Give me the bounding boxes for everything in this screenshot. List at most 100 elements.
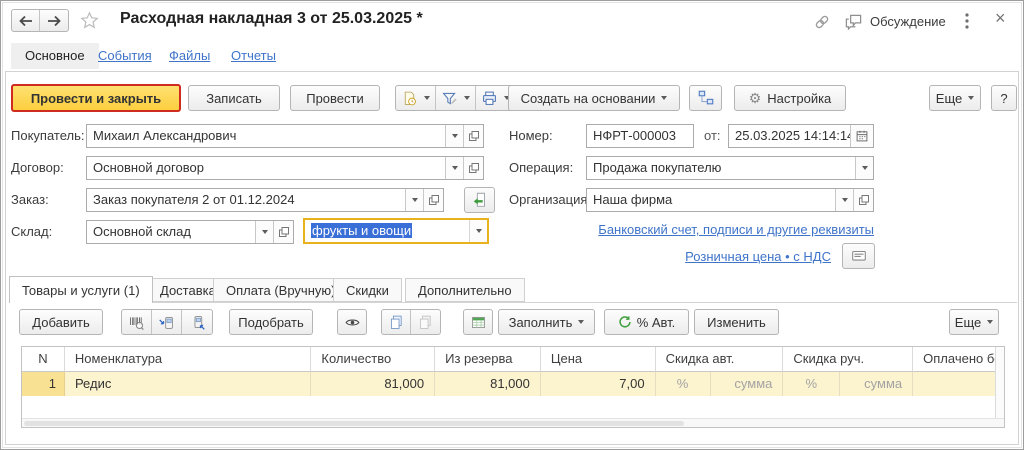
retail-price-link[interactable]: Розничная цена • с НДС bbox=[596, 249, 831, 264]
contract-field[interactable]: Основной договор bbox=[86, 156, 484, 180]
structure-icon bbox=[697, 89, 715, 107]
cell-row-number[interactable]: 1 bbox=[22, 372, 65, 396]
cell-discount-auto-sum[interactable]: сумма bbox=[711, 372, 784, 396]
price-card-icon bbox=[850, 247, 868, 265]
paste-rows-button[interactable] bbox=[411, 310, 440, 334]
filter-button[interactable] bbox=[436, 86, 476, 110]
posting-journal-button[interactable] bbox=[396, 86, 436, 110]
help-button[interactable]: ? bbox=[991, 85, 1017, 111]
tab-reports[interactable]: Отчеты bbox=[231, 48, 276, 63]
horizontal-scrollbar-thumb[interactable] bbox=[24, 421, 684, 426]
buyer-dropdown-icon[interactable] bbox=[445, 125, 463, 147]
calendar-button[interactable] bbox=[850, 125, 873, 147]
tab-files[interactable]: Файлы bbox=[169, 48, 210, 63]
show-table-button[interactable] bbox=[463, 309, 493, 335]
post-and-close-button[interactable]: Провести и закрыть bbox=[11, 84, 181, 112]
tab-goods-services[interactable]: Товары и услуги (1) bbox=[9, 276, 153, 303]
document-green-arrow-icon bbox=[471, 191, 489, 209]
warehouse-dropdown-icon[interactable] bbox=[255, 221, 273, 243]
bank-details-link[interactable]: Банковский счет, подписи и другие реквиз… bbox=[596, 222, 874, 237]
fill-from-order-button[interactable] bbox=[464, 187, 495, 213]
organization-open-icon[interactable] bbox=[853, 189, 873, 211]
cell-nomenclature[interactable]: Редис bbox=[65, 372, 311, 396]
copy-icon bbox=[388, 314, 405, 331]
view-button[interactable] bbox=[337, 309, 367, 335]
add-row-button[interactable]: Добавить bbox=[19, 309, 103, 335]
auto-discount-button[interactable]: % Авт. bbox=[604, 309, 689, 335]
cell-discount-auto-percent[interactable]: % bbox=[656, 372, 711, 396]
kebab-menu-icon[interactable] bbox=[964, 12, 970, 30]
back-button[interactable] bbox=[12, 10, 40, 31]
cell-paid-bonus[interactable] bbox=[913, 372, 995, 396]
favorite-star-icon[interactable] bbox=[80, 11, 99, 30]
operation-dropdown-icon[interactable] bbox=[855, 157, 873, 179]
forward-button[interactable] bbox=[40, 10, 68, 31]
buyer-field[interactable]: Михаил Александрович bbox=[86, 124, 484, 148]
vertical-scrollbar[interactable] bbox=[995, 347, 1004, 418]
fill-button[interactable]: Заполнить bbox=[498, 309, 595, 335]
save-button[interactable]: Записать bbox=[188, 85, 280, 111]
post-button[interactable]: Провести bbox=[290, 85, 380, 111]
operation-label: Операция: bbox=[509, 156, 573, 180]
column-header-nomenclature[interactable]: Номенклатура bbox=[65, 347, 311, 372]
scan-barcode-button[interactable] bbox=[122, 310, 152, 334]
dropdown-caret-icon bbox=[578, 320, 584, 324]
column-header-paid-bonus[interactable]: Оплачено бон bbox=[913, 347, 995, 372]
tab-main[interactable]: Основное bbox=[11, 43, 99, 69]
horizontal-scrollbar[interactable] bbox=[22, 418, 1004, 427]
cell-discount-manual-sum[interactable]: сумма bbox=[840, 372, 913, 396]
gear-icon: ⚙ bbox=[749, 91, 762, 105]
order-dropdown-icon[interactable] bbox=[405, 189, 423, 211]
warehouse-open-icon[interactable] bbox=[273, 221, 293, 243]
more-button[interactable]: Еще bbox=[929, 85, 981, 111]
create-based-on-button[interactable]: Создать на основании bbox=[508, 85, 680, 111]
pick-items-button[interactable]: Подобрать bbox=[229, 309, 313, 335]
column-header-n[interactable]: N bbox=[22, 347, 65, 372]
tab-payment[interactable]: Оплата (Вручную) bbox=[213, 278, 348, 302]
column-header-quantity[interactable]: Количество bbox=[311, 347, 435, 372]
operation-field[interactable]: Продажа покупателю bbox=[586, 156, 874, 180]
contract-value: Основной договор bbox=[87, 157, 445, 179]
tsd-unload-button[interactable] bbox=[182, 310, 212, 334]
contract-open-icon[interactable] bbox=[463, 157, 483, 179]
organization-field[interactable]: Наша фирма bbox=[586, 188, 874, 212]
settings-button[interactable]: ⚙ Настройка bbox=[734, 85, 846, 111]
close-icon[interactable]: × bbox=[995, 8, 1006, 29]
copy-link-icon[interactable] bbox=[813, 13, 831, 31]
price-group-combobox[interactable]: фрукты и овощи bbox=[303, 218, 489, 244]
table-more-button[interactable]: Еще bbox=[949, 309, 999, 335]
price-info-button[interactable] bbox=[842, 243, 875, 269]
column-header-discount-manual[interactable]: Скидка руч. bbox=[783, 347, 913, 372]
tsd-load-button[interactable] bbox=[152, 310, 182, 334]
price-group-dropdown-icon[interactable] bbox=[469, 220, 487, 242]
tab-discounts[interactable]: Скидки bbox=[333, 278, 402, 302]
related-documents-button[interactable] bbox=[689, 85, 722, 111]
dropdown-caret-icon bbox=[661, 96, 667, 100]
organization-dropdown-icon[interactable] bbox=[835, 189, 853, 211]
cell-quantity[interactable]: 81,000 bbox=[311, 372, 435, 396]
cell-from-reserve[interactable]: 81,000 bbox=[435, 372, 541, 396]
order-field[interactable]: Заказ покупателя 2 от 01.12.2024 bbox=[86, 188, 444, 212]
buyer-open-icon[interactable] bbox=[463, 125, 483, 147]
edit-button[interactable]: Изменить bbox=[694, 309, 779, 335]
column-header-price[interactable]: Цена bbox=[541, 347, 656, 372]
tab-additional[interactable]: Дополнительно bbox=[405, 278, 525, 302]
tab-events[interactable]: События bbox=[98, 48, 152, 63]
number-field[interactable]: НФРТ-000003 bbox=[586, 124, 694, 148]
terminal-out-icon bbox=[189, 314, 206, 331]
table-row[interactable]: 1 Редис 81,000 81,000 7,00 % сумма % сум… bbox=[22, 372, 995, 396]
copy-rows-button[interactable] bbox=[382, 310, 411, 334]
date-field[interactable]: 25.03.2025 14:14:14 bbox=[728, 124, 874, 148]
document-clock-icon bbox=[401, 90, 418, 107]
cell-price[interactable]: 7,00 bbox=[541, 372, 656, 396]
discussion-icon[interactable] bbox=[844, 12, 863, 31]
cell-discount-manual-percent[interactable]: % bbox=[783, 372, 840, 396]
column-header-discount-auto[interactable]: Скидка авт. bbox=[656, 347, 784, 372]
warehouse-field[interactable]: Основной склад bbox=[86, 220, 294, 244]
contract-dropdown-icon[interactable] bbox=[445, 157, 463, 179]
items-table: N Номенклатура Количество Из резерва Цен… bbox=[21, 346, 1005, 428]
eye-icon bbox=[344, 314, 361, 331]
auto-discount-label: % Авт. bbox=[637, 315, 676, 330]
column-header-from-reserve[interactable]: Из резерва bbox=[435, 347, 541, 372]
order-open-icon[interactable] bbox=[423, 189, 443, 211]
